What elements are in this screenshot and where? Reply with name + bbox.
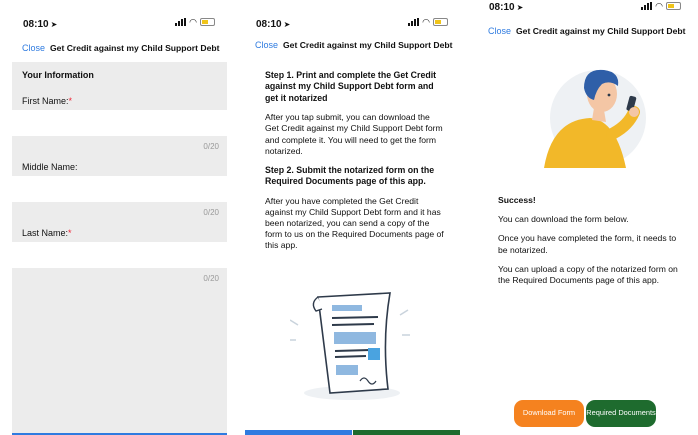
screen-instructions: 08:10 ➤ ◠ Close Get Credit against my Chi… bbox=[245, 0, 460, 435]
signal-icon bbox=[175, 18, 187, 26]
nav-bar: Close Get Credit against my Child Suppor… bbox=[12, 41, 227, 57]
middle-name-label: Middle Name: bbox=[22, 162, 78, 172]
last-name-counter: 0/20 bbox=[203, 274, 219, 283]
success-line-1: You can download the form below. bbox=[498, 214, 629, 225]
close-button[interactable]: Close bbox=[255, 40, 278, 50]
close-button[interactable]: Close bbox=[22, 43, 45, 53]
page-title: Get Credit against my Child Support Debt bbox=[50, 43, 220, 53]
information-form: Your Information First Name:* 0/20 Middl… bbox=[12, 62, 227, 435]
screen-success: 08:10 ➤ ◠ Close Get Credit against my Chi… bbox=[478, 0, 693, 435]
page-title: Get Credit against my Child Support Debt bbox=[516, 26, 686, 36]
status-time: 08:10 bbox=[489, 2, 515, 13]
nav-bar: Close Get Credit against my Child Suppor… bbox=[478, 24, 693, 40]
submit-bar-green[interactable] bbox=[353, 430, 460, 435]
status-time: 08:10 bbox=[23, 19, 49, 30]
required-mark: * bbox=[68, 228, 72, 238]
success-message: Success! You can download the form below… bbox=[498, 195, 679, 286]
step2-body: After you have completed the Get Credit … bbox=[265, 195, 444, 251]
battery-icon bbox=[666, 2, 681, 10]
section-title: Your Information bbox=[22, 70, 94, 80]
wifi-icon: ◠ bbox=[422, 17, 430, 27]
document-illustration bbox=[290, 292, 410, 400]
signal-icon bbox=[408, 18, 420, 26]
person-with-phone-illustration bbox=[544, 69, 646, 168]
success-line-2: Once you have completed the form, it nee… bbox=[498, 233, 677, 255]
success-line-3: You can upload a copy of the notarized f… bbox=[498, 263, 678, 285]
submit-bar-blue[interactable] bbox=[245, 430, 352, 435]
first-name-input[interactable] bbox=[12, 110, 227, 136]
first-name-label: First Name:* bbox=[22, 96, 73, 106]
status-bar: 08:10 ➤ ◠ bbox=[245, 0, 460, 40]
close-button[interactable]: Close bbox=[488, 26, 511, 36]
battery-icon bbox=[433, 18, 448, 26]
first-name-counter: 0/20 bbox=[203, 142, 219, 151]
step1-body: After you tap submit, you can download t… bbox=[265, 112, 443, 156]
required-mark: * bbox=[68, 96, 73, 106]
last-name-label: Last Name:* bbox=[22, 228, 72, 238]
location-arrow-icon: ➤ bbox=[50, 20, 58, 29]
last-name-input[interactable] bbox=[12, 242, 227, 268]
required-documents-button[interactable]: Required Documents bbox=[586, 400, 656, 427]
wifi-icon: ◠ bbox=[189, 17, 197, 27]
status-bar: 08:10 ➤ ◠ bbox=[12, 0, 227, 40]
wifi-icon: ◠ bbox=[655, 1, 663, 11]
download-form-button[interactable]: Download Form bbox=[514, 400, 584, 427]
step2-heading: Step 2. Submit the notarized form on the… bbox=[265, 164, 435, 187]
step1-heading: Step 1. Print and complete the Get Credi… bbox=[265, 70, 437, 103]
battery-icon bbox=[200, 18, 215, 26]
middle-name-input[interactable] bbox=[12, 176, 227, 202]
instructions-content: Step 1. Print and complete the Get Credi… bbox=[265, 70, 446, 252]
location-arrow-icon: ➤ bbox=[516, 3, 524, 12]
status-time: 08:10 bbox=[256, 19, 282, 30]
middle-name-counter: 0/20 bbox=[203, 208, 219, 217]
signal-icon bbox=[641, 2, 653, 10]
location-arrow-icon: ➤ bbox=[283, 20, 291, 29]
page-title: Get Credit against my Child Support Debt bbox=[283, 40, 453, 50]
success-title: Success! bbox=[498, 195, 536, 205]
nav-bar: Close Get Credit against my Child Suppor… bbox=[245, 38, 460, 54]
screen-your-information: 08:10 ➤ ◠ Close Get Credit against my Chi… bbox=[12, 0, 227, 435]
